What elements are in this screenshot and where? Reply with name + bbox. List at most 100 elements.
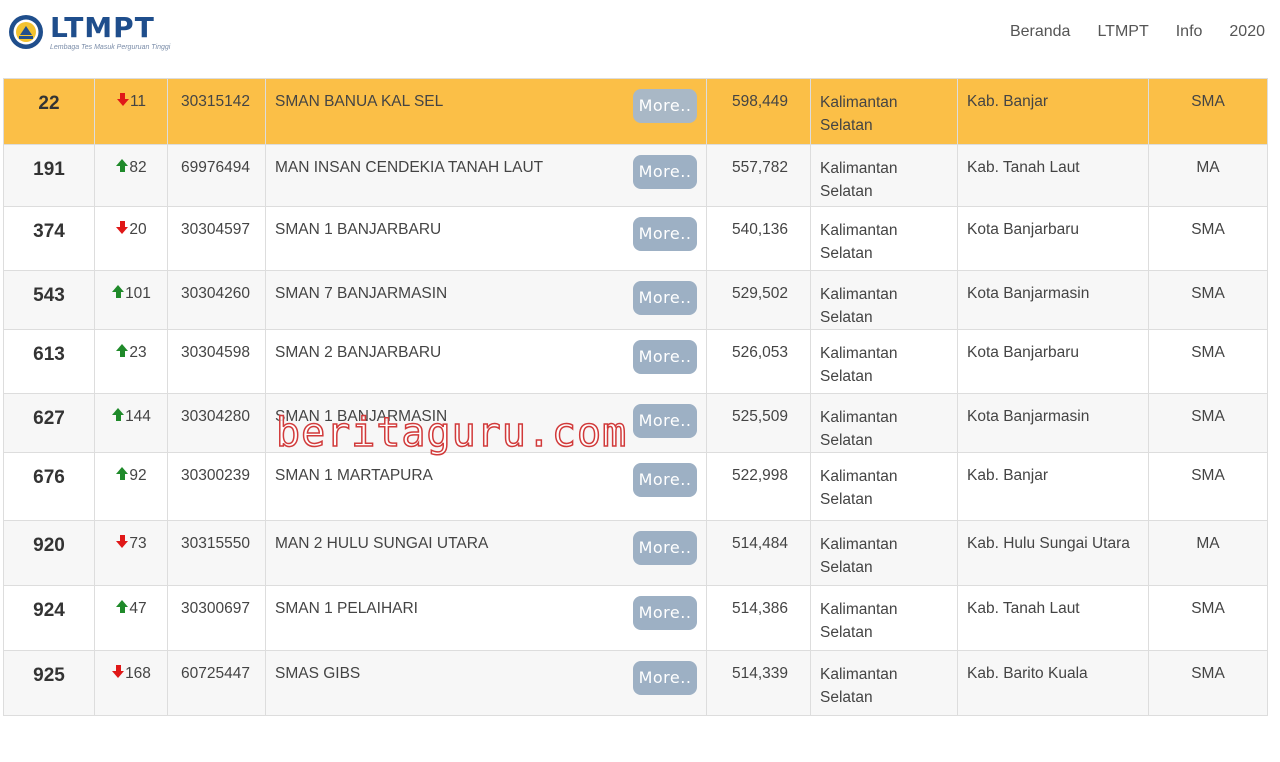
table-row: 924 47 30300697 SMAN 1 PELAIHARI More.. 514,3…	[3, 585, 1268, 651]
ltmpt-logo[interactable]: LTMPT Lembaga Tes Masuk Perguruan Tinggi	[8, 14, 170, 51]
table-row: 920 73 30315550 MAN 2 HULU SUNGAI UTARA More…	[3, 520, 1268, 586]
score-cell: 514,386	[706, 585, 811, 651]
rank-cell: 543	[3, 270, 95, 330]
npsn-cell: 30304260	[167, 270, 266, 330]
rank-change-value: 11	[129, 93, 147, 110]
rank-cell: 920	[3, 520, 95, 586]
more-button[interactable]: More..	[633, 155, 697, 189]
score-cell: 598,449	[706, 78, 811, 145]
rank-change-cell: 23	[94, 329, 168, 394]
more-button[interactable]: More..	[633, 596, 697, 630]
school-cell: SMAN 2 BANJARBARU More..	[265, 329, 707, 394]
city-cell: Kab. Banjar	[957, 452, 1149, 521]
school-name: SMAS GIBS	[275, 665, 361, 682]
score-cell: 529,502	[706, 270, 811, 330]
npsn-cell: 30304598	[167, 329, 266, 394]
rank-cell: 374	[3, 206, 95, 271]
school-name: MAN INSAN CENDEKIA TANAH LAUT	[275, 159, 544, 176]
province-line-1: Kalimantan	[820, 286, 898, 303]
city-cell: Kab. Tanah Laut	[957, 144, 1149, 207]
ranking-table: 22 11 30315142 SMAN BANUA KAL SEL More.. 598,…	[3, 78, 1268, 716]
nav-item-year[interactable]: 2020	[1229, 22, 1265, 42]
city-cell: Kota Banjarmasin	[957, 393, 1149, 453]
school-name: MAN 2 HULU SUNGAI UTARA	[275, 535, 489, 552]
province-line-2: Selatan	[820, 559, 873, 576]
school-cell: MAN 2 HULU SUNGAI UTARA More..	[265, 520, 707, 586]
school-name: SMAN 1 PELAIHARI	[275, 600, 418, 617]
logo-text: LTMPT Lembaga Tes Masuk Perguruan Tinggi	[50, 14, 171, 52]
rank-cell: 22	[3, 78, 95, 145]
school-type-cell: SMA	[1148, 329, 1268, 394]
city-cell: Kab. Barito Kuala	[957, 650, 1149, 716]
arrow-down-icon	[111, 665, 125, 679]
table-row: 676 92 30300239 SMAN 1 MARTAPURA More.. 522,9…	[3, 452, 1268, 521]
province-line-1: Kalimantan	[820, 94, 898, 111]
table-row: 613 23 30304598 SMAN 2 BANJARBARU More.. 526,…	[3, 329, 1268, 394]
rank-change-value: 20	[129, 221, 147, 238]
arrow-up-icon	[115, 467, 129, 481]
school-cell: SMAS GIBS More..	[265, 650, 707, 716]
school-cell: SMAN BANUA KAL SEL More..	[265, 78, 707, 145]
more-button[interactable]: More..	[633, 217, 697, 251]
arrow-up-icon	[111, 408, 125, 422]
header: LTMPT Lembaga Tes Masuk Perguruan Tinggi…	[0, 0, 1280, 70]
nav-item-beranda[interactable]: Beranda	[1010, 22, 1071, 42]
province-cell: Kalimantan Selatan	[810, 585, 958, 651]
rank-change-value: 101	[125, 285, 151, 302]
npsn-cell: 30315142	[167, 78, 266, 145]
more-button[interactable]: More..	[633, 281, 697, 315]
more-button[interactable]: More..	[633, 463, 697, 497]
more-button[interactable]: More..	[633, 89, 697, 123]
rank-change-cell: 144	[94, 393, 168, 453]
school-cell: SMAN 7 BANJARMASIN More..	[265, 270, 707, 330]
npsn-cell: 30315550	[167, 520, 266, 586]
rank-cell: 925	[3, 650, 95, 716]
rank-change-value: 23	[129, 344, 147, 361]
table-row: 191 82 69976494 MAN INSAN CENDEKIA TANAH LA…	[3, 144, 1268, 207]
province-line-1: Kalimantan	[820, 601, 898, 618]
rank-cell: 924	[3, 585, 95, 651]
school-type-cell: MA	[1148, 520, 1268, 586]
province-line-1: Kalimantan	[820, 536, 898, 553]
score-cell: 525,509	[706, 393, 811, 453]
table-row: 543 101 30304260 SMAN 7 BANJARMASIN More.. 52…	[3, 270, 1268, 330]
school-type-cell: SMA	[1148, 78, 1268, 145]
more-button[interactable]: More..	[633, 340, 697, 374]
logo-subtitle: Lembaga Tes Masuk Perguruan Tinggi	[50, 44, 171, 51]
rank-change-value: 82	[129, 159, 147, 176]
npsn-cell: 30300697	[167, 585, 266, 651]
arrow-up-icon	[111, 285, 125, 299]
province-line-1: Kalimantan	[820, 222, 898, 239]
province-line-2: Selatan	[820, 368, 873, 385]
school-name: SMAN 2 BANJARBARU	[275, 344, 442, 361]
rank-cell: 613	[3, 329, 95, 394]
school-cell: SMAN 1 BANJARMASIN More..	[265, 393, 707, 453]
ranking-table-container: 22 11 30315142 SMAN BANUA KAL SEL More.. 598,…	[3, 78, 1268, 716]
rank-change-value: 47	[129, 600, 147, 617]
rank-change-value: 144	[125, 408, 151, 425]
more-button[interactable]: More..	[633, 661, 697, 695]
province-cell: Kalimantan Selatan	[810, 329, 958, 394]
more-button[interactable]: More..	[633, 404, 697, 438]
rank-change-value: 168	[125, 665, 151, 682]
school-type-cell: SMA	[1148, 452, 1268, 521]
more-button[interactable]: More..	[633, 531, 697, 565]
nav-item-ltmpt[interactable]: LTMPT	[1097, 22, 1148, 42]
score-cell: 540,136	[706, 206, 811, 271]
rank-change-value: 73	[129, 535, 147, 552]
school-name: SMAN 1 BANJARBARU	[275, 221, 442, 238]
arrow-up-icon	[115, 344, 129, 358]
rank-change-cell: 11	[94, 78, 168, 145]
arrow-down-icon	[115, 535, 129, 549]
school-type-cell: SMA	[1148, 206, 1268, 271]
province-line-2: Selatan	[820, 491, 873, 508]
arrow-up-icon	[115, 159, 129, 173]
score-cell: 514,339	[706, 650, 811, 716]
nav-item-info[interactable]: Info	[1176, 22, 1203, 42]
top-nav: Beranda LTMPT Info 2020	[983, 22, 1265, 42]
city-cell: Kota Banjarbaru	[957, 329, 1149, 394]
city-cell: Kab. Tanah Laut	[957, 585, 1149, 651]
table-row: 627 144 30304280 SMAN 1 BANJARMASIN More.. 52…	[3, 393, 1268, 453]
province-cell: Kalimantan Selatan	[810, 144, 958, 207]
province-cell: Kalimantan Selatan	[810, 78, 958, 145]
